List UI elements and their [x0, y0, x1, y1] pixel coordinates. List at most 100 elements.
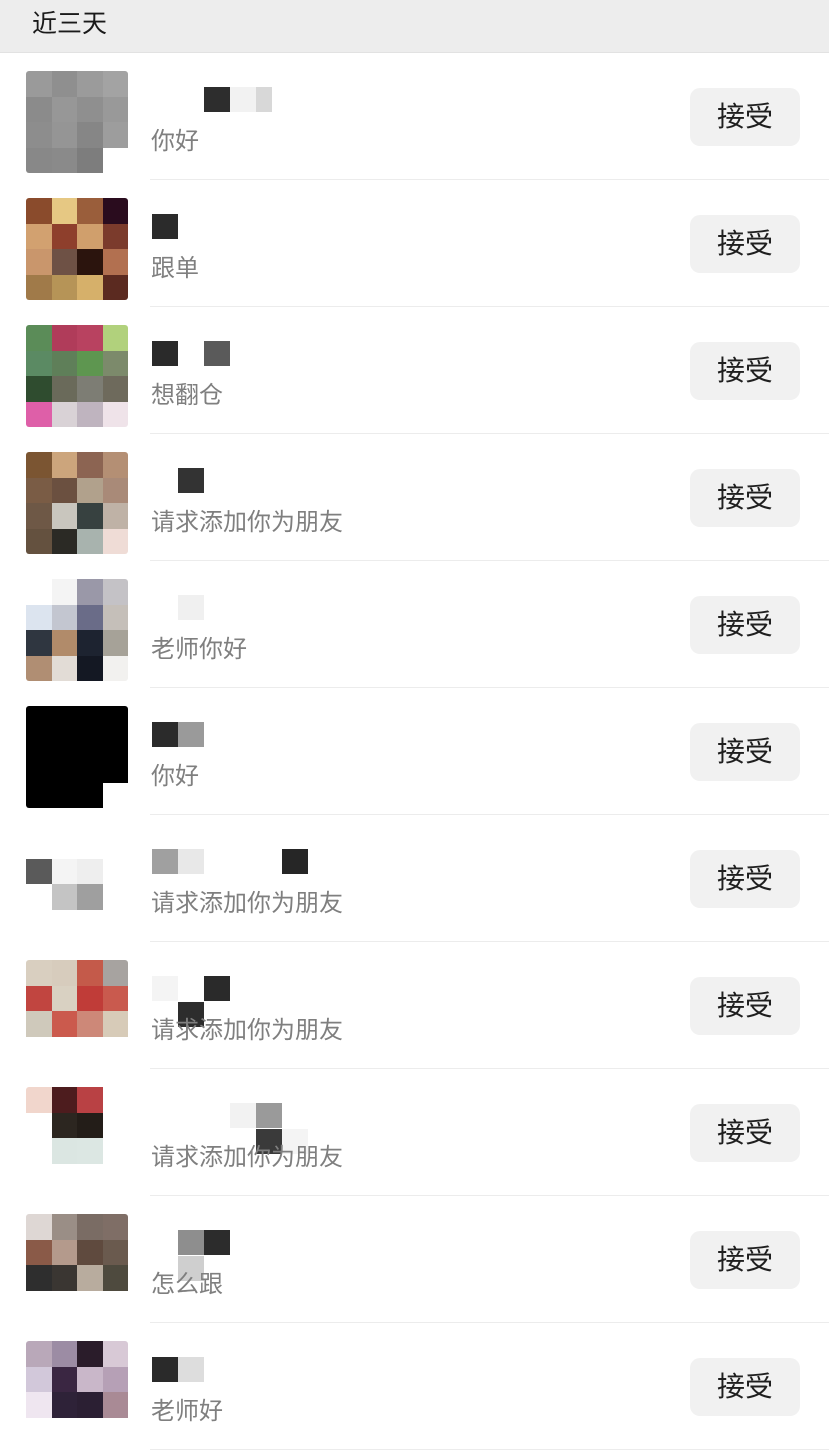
avatar-mosaic-tile [102, 1036, 128, 1062]
avatar-mosaic-tile [51, 376, 77, 402]
request-row[interactable]: 跟单 接受 [0, 180, 829, 307]
avatar-mosaic-tile [77, 1290, 103, 1316]
avatar-mosaic-tile [77, 223, 103, 249]
avatar[interactable] [26, 706, 128, 808]
avatar-mosaic-tile [51, 884, 77, 910]
accept-button[interactable]: 接受 [690, 977, 800, 1035]
avatar-mosaic-tile [51, 858, 77, 884]
accept-button[interactable]: 接受 [690, 1358, 800, 1416]
accept-button[interactable]: 接受 [690, 215, 800, 273]
accept-button[interactable]: 接受 [690, 469, 800, 527]
request-row[interactable]: 请求添加你为朋友 接受 [0, 815, 829, 942]
avatar-mosaic-tile [102, 909, 128, 935]
accept-button[interactable]: 接受 [690, 596, 800, 654]
request-row[interactable]: 怎么跟 接受 [0, 1196, 829, 1323]
avatar-mosaic-tile [51, 223, 77, 249]
avatar-mosaic-tile [77, 630, 103, 656]
avatar[interactable] [26, 325, 128, 427]
avatar[interactable] [26, 71, 128, 173]
avatar-mosaic-tile [102, 249, 128, 275]
request-message: 请求添加你为朋友 [151, 508, 343, 536]
accept-button[interactable]: 接受 [690, 1231, 800, 1289]
avatar-mosaic-tile [102, 1087, 128, 1113]
pixelated-name [152, 87, 312, 123]
avatar[interactable] [26, 579, 128, 681]
avatar-mosaic-tile [26, 401, 52, 427]
avatar-mosaic-tile [77, 503, 103, 529]
request-row[interactable]: 老师你好 接受 [0, 561, 829, 688]
request-row[interactable]: 想翻仓 接受 [0, 307, 829, 434]
avatar-mosaic-tile [51, 782, 77, 808]
pixelated-name [152, 1230, 312, 1281]
accept-button[interactable]: 接受 [690, 850, 800, 908]
avatar-mosaic-tile [102, 960, 128, 986]
avatar-mosaic-tile [26, 1011, 52, 1037]
avatar-mosaic-tile [26, 1341, 52, 1367]
avatar-mosaic-tile [102, 528, 128, 554]
avatar[interactable] [26, 1214, 128, 1316]
avatar-mosaic-tile [77, 401, 103, 427]
avatar-mosaic-tile [77, 71, 103, 97]
avatar-mosaic-tile [26, 731, 52, 757]
request-row[interactable]: 请求添加你为朋友 接受 [0, 434, 829, 561]
avatar-mosaic-tile [26, 833, 52, 859]
avatar-mosaic-tile [26, 579, 52, 605]
avatar[interactable] [26, 960, 128, 1062]
pixelated-name [152, 722, 312, 758]
avatar-mosaic-tile [102, 1265, 128, 1291]
avatar-mosaic-tile [102, 1366, 128, 1392]
avatar-mosaic-tile [102, 1138, 128, 1164]
avatar-mosaic-tile [102, 1112, 128, 1138]
avatar-mosaic-tile [102, 325, 128, 351]
accept-button[interactable]: 接受 [690, 88, 800, 146]
name-mosaic-block [204, 976, 230, 1001]
request-message: 跟单 [151, 254, 199, 282]
pixelated-name [152, 595, 312, 631]
name-mosaic-block [152, 214, 178, 239]
avatar-mosaic-tile [102, 96, 128, 122]
accept-button[interactable]: 接受 [690, 723, 800, 781]
avatar-mosaic-tile [51, 198, 77, 224]
avatar-mosaic-tile [77, 147, 103, 173]
avatar-mosaic-tile [26, 223, 52, 249]
request-row[interactable]: 你好 接受 [0, 688, 829, 815]
request-row[interactable]: 请求添加你为朋友 接受 [0, 1069, 829, 1196]
avatar[interactable] [26, 833, 128, 935]
request-row[interactable]: 请求添加你为朋友 接受 [0, 942, 829, 1069]
name-mosaic-block [178, 468, 204, 493]
name-mosaic-block [178, 1357, 204, 1382]
avatar-mosaic-tile [77, 528, 103, 554]
avatar-mosaic-tile [102, 350, 128, 376]
accept-button[interactable]: 接受 [690, 342, 800, 400]
avatar-mosaic-tile [51, 1087, 77, 1113]
avatar-mosaic-tile [51, 1036, 77, 1062]
name-mosaic-block [204, 341, 230, 366]
avatar-mosaic-tile [26, 122, 52, 148]
section-title: 近三天 [32, 9, 108, 38]
section-header: 近三天 [0, 0, 829, 53]
avatar[interactable] [26, 452, 128, 554]
avatar-mosaic-tile [102, 706, 128, 732]
avatar-mosaic-tile [102, 630, 128, 656]
avatar-mosaic-tile [51, 477, 77, 503]
avatar-mosaic-tile [77, 325, 103, 351]
avatar[interactable] [26, 1087, 128, 1189]
avatar-mosaic-tile [51, 579, 77, 605]
avatar-mosaic-tile [51, 401, 77, 427]
request-row[interactable]: 你好 接受 [0, 53, 829, 180]
avatar-mosaic-tile [26, 1392, 52, 1418]
avatar-mosaic-tile [26, 452, 52, 478]
avatar-mosaic-tile [26, 147, 52, 173]
avatar[interactable] [26, 198, 128, 300]
accept-button[interactable]: 接受 [690, 1104, 800, 1162]
avatar-mosaic-tile [77, 1214, 103, 1240]
avatar-mosaic-tile [77, 655, 103, 681]
avatar-mosaic-tile [77, 960, 103, 986]
avatar-mosaic-tile [77, 1163, 103, 1189]
avatar-mosaic-tile [26, 249, 52, 275]
avatar[interactable] [26, 1341, 128, 1443]
request-row[interactable]: 老师好 接受 [0, 1323, 829, 1450]
request-message: 你好 [151, 762, 199, 790]
avatar-mosaic-tile [26, 655, 52, 681]
avatar-mosaic-tile [26, 96, 52, 122]
